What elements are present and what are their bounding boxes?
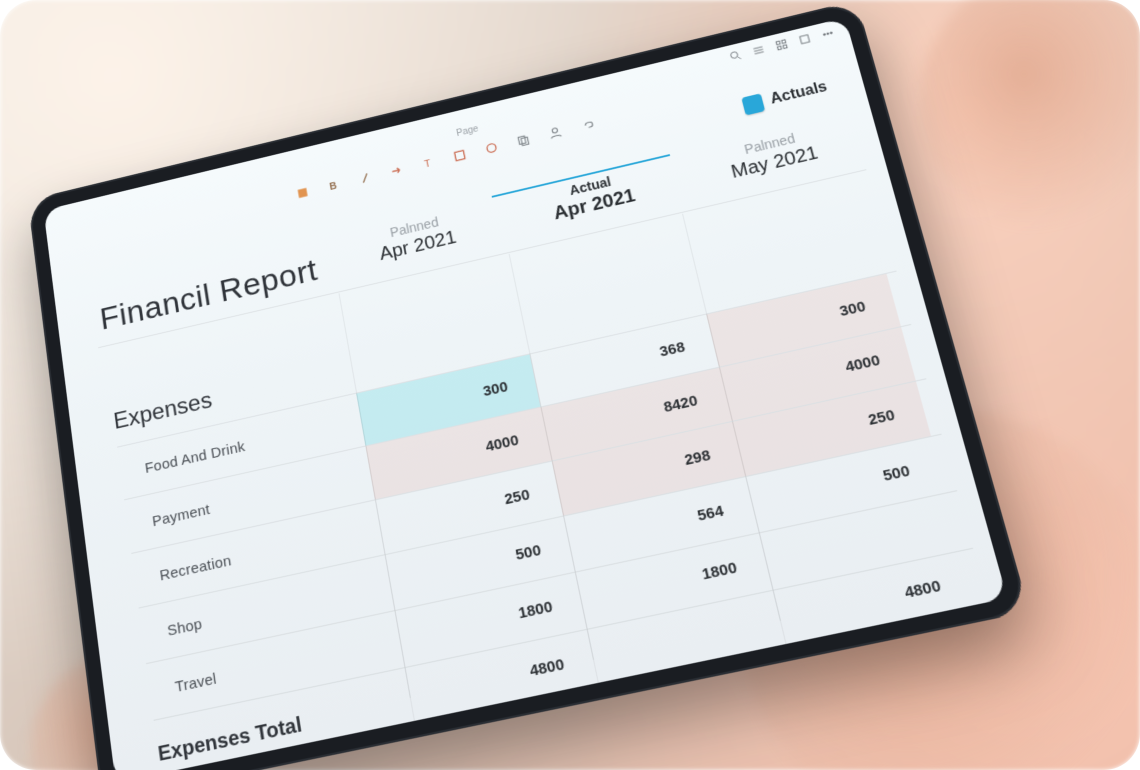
row-label: Payment — [151, 500, 211, 529]
column-header[interactable]: Palnned May 2021 — [681, 116, 866, 194]
copy-icon[interactable] — [514, 132, 532, 150]
highlight-icon[interactable] — [294, 184, 311, 201]
report-title: Financil Report — [98, 253, 320, 338]
link-icon[interactable] — [578, 116, 596, 134]
toolbar-group-label: Page — [456, 124, 480, 139]
arrow-icon[interactable] — [388, 162, 405, 179]
column-header[interactable]: Palnned Apr 2021 — [329, 200, 505, 276]
column-header[interactable]: Actual Apr 2021 — [503, 159, 684, 236]
bold-icon[interactable]: B — [325, 177, 342, 194]
circle-icon[interactable] — [483, 139, 501, 157]
row-label: Recreation — [159, 551, 233, 583]
box-icon[interactable] — [451, 147, 469, 164]
italic-icon[interactable] — [357, 169, 374, 186]
user-icon[interactable] — [546, 124, 564, 142]
row-label: Food And Drink — [144, 438, 246, 476]
svg-text:B: B — [329, 181, 338, 193]
actuals-swatch-icon — [742, 93, 766, 115]
svg-text:T: T — [424, 159, 432, 171]
toolbar-group-label — [400, 143, 402, 153]
row-label: Shop — [166, 614, 203, 638]
row-label: Travel — [174, 669, 218, 695]
text-icon[interactable]: T — [419, 154, 437, 171]
